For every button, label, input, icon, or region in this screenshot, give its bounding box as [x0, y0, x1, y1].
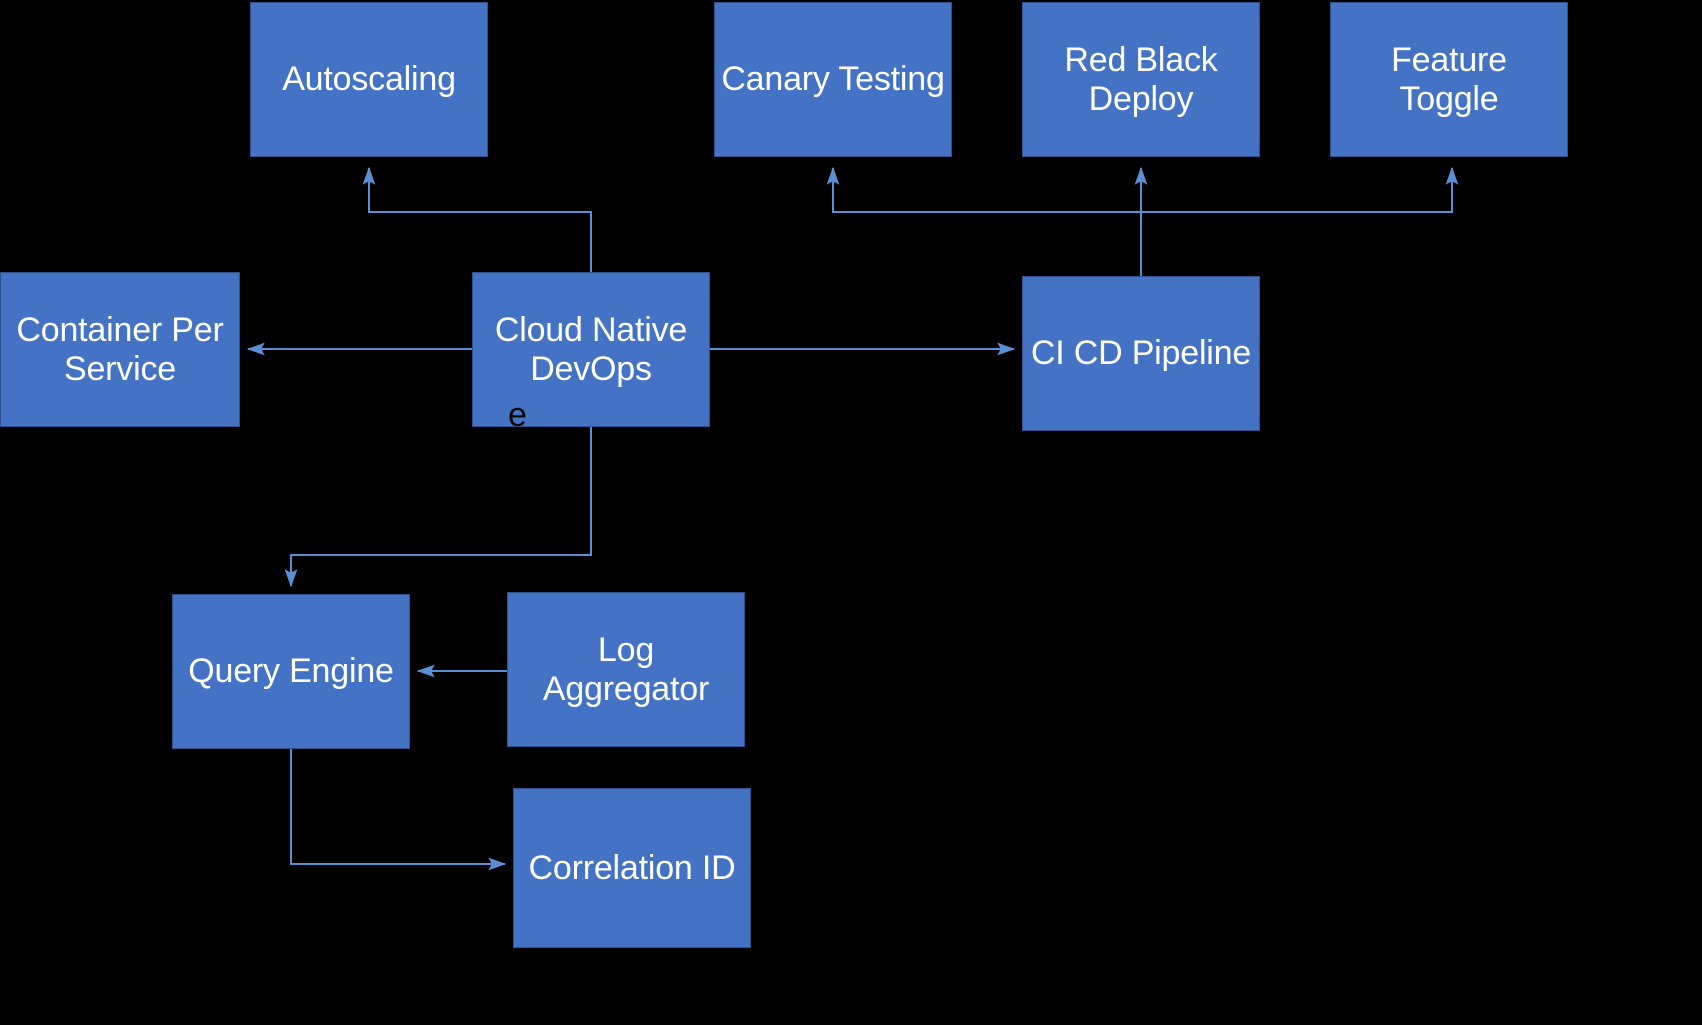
connector-devops-to-autoscaling	[362, 166, 592, 272]
connector-ci-cd-to-canary-testing	[826, 166, 1142, 276]
node-label-cloud-native-devops: Cloud Native DevOps	[494, 311, 688, 388]
diagram-canvas: Autoscaling Canary Testing Red Black Deplo…	[0, 0, 1702, 1025]
connector-group	[246, 166, 1459, 871]
node-autoscaling[interactable]: Autoscaling	[250, 2, 488, 157]
connector-ci-cd-to-feature-toggle	[1141, 166, 1459, 213]
render-artifact-glyph: e	[508, 396, 527, 434]
node-correlation-id[interactable]: Correlation ID	[513, 788, 751, 948]
node-feature-toggle[interactable]: Feature Toggle	[1330, 2, 1568, 157]
node-label-log-aggregator: Log Aggregator	[542, 631, 710, 708]
node-label-correlation-id: Correlation ID	[528, 848, 736, 887]
node-label-container-per-service: Container Per Service	[16, 311, 224, 388]
node-label-feature-toggle: Feature Toggle	[1391, 41, 1507, 118]
node-label-canary-testing: Canary Testing	[721, 60, 945, 99]
node-label-ci-cd-pipeline: CI CD Pipeline	[1030, 334, 1252, 373]
node-query-engine[interactable]: Query Engine	[172, 594, 410, 749]
node-label-query-engine: Query Engine	[188, 652, 394, 691]
node-canary-testing[interactable]: Canary Testing	[714, 2, 952, 157]
node-label-red-black-deploy: Red Black Deploy	[1064, 41, 1218, 118]
node-ci-cd-pipeline[interactable]: CI CD Pipeline	[1022, 276, 1260, 431]
node-label-autoscaling: Autoscaling	[282, 60, 456, 99]
connector-devops-to-query-engine	[284, 427, 592, 588]
node-container-per-service[interactable]: Container Per Service	[0, 272, 240, 427]
node-log-aggregator[interactable]: Log Aggregator	[507, 592, 745, 747]
node-red-black-deploy[interactable]: Red Black Deploy	[1022, 2, 1260, 157]
connector-query-engine-to-correlation-id	[290, 749, 507, 871]
